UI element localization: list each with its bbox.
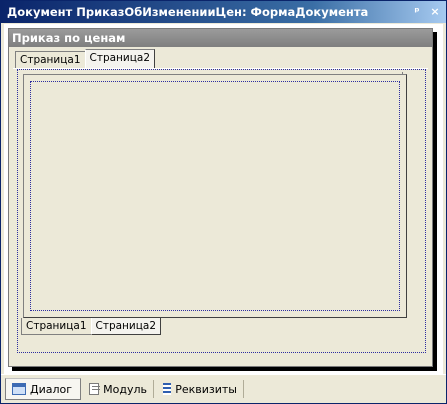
title-buttons: ᵖ × [410,4,442,20]
tab-separator [243,380,244,398]
tab-separator [153,380,154,398]
tab-props[interactable]: Реквизиты [157,378,243,400]
designer-window: Документ ПриказОбИзмененииЦен: ФормаДоку… [0,0,447,404]
tab-page2-bottom[interactable]: Страница2 [90,318,161,335]
designer-canvas: Приказ по ценам Страница1 Страница2 Стра… [4,24,443,374]
tab-props-label: Реквизиты [175,382,237,396]
tab-dialog[interactable]: Диалог [5,378,81,400]
dialog-icon [12,383,26,395]
panel-frame[interactable] [23,74,407,318]
panel-page-area [30,81,400,311]
props-icon [163,383,172,395]
tab-module[interactable]: Модуль [83,378,153,400]
window-title: Документ ПриказОбИзмененииЦен: ФормаДоку… [7,5,369,19]
tab-page2-top[interactable]: Страница2 [84,49,155,68]
tab-page1-top[interactable]: Страница1 [15,51,86,68]
pin-icon[interactable]: ᵖ [410,4,424,20]
bottom-tab-strip: Страница1 Страница2 [21,318,161,336]
tab-page1-bottom[interactable]: Страница1 [21,318,92,335]
form-preview[interactable]: Приказ по ценам Страница1 Страница2 Стра… [8,28,433,367]
tab-module-label: Модуль [103,382,147,396]
module-icon [89,383,101,395]
close-icon[interactable]: × [428,4,442,20]
tab-dialog-label: Диалог [30,382,73,396]
editor-mode-tabs: Диалог Модуль Реквизиты [1,374,446,403]
top-tab-strip: Страница1 Страница2 [15,49,155,69]
form-title: Приказ по ценам [9,29,432,47]
window-titlebar[interactable]: Документ ПриказОбИзмененииЦен: ФормаДоку… [1,1,446,23]
